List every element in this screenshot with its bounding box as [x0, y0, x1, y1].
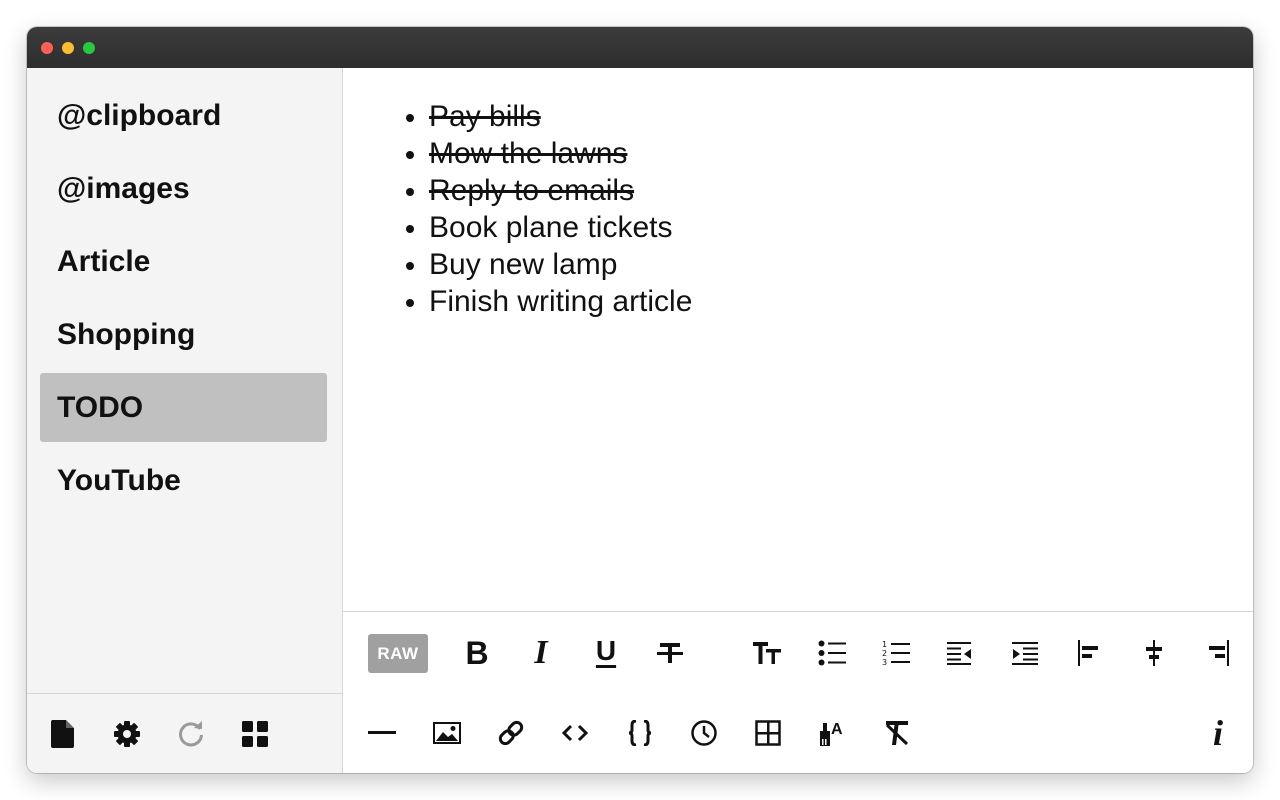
refresh-icon [179, 721, 203, 747]
link-icon [498, 720, 524, 746]
document-list: @clipboard @images Article Shopping TODO… [40, 81, 327, 519]
insert-table-button[interactable] [748, 713, 788, 753]
horizontal-rule-button[interactable] [362, 713, 402, 753]
refresh-button[interactable] [176, 719, 206, 749]
new-document-icon [51, 720, 74, 748]
indent-icon [1012, 642, 1038, 665]
numbered-list-button[interactable]: 1 2 3 [876, 633, 916, 673]
editor-area[interactable]: Pay bills Mow the lawns Reply to emails … [343, 68, 1253, 611]
bulleted-list-button[interactable] [812, 633, 852, 673]
svg-text:1: 1 [882, 640, 887, 649]
insert-image-button[interactable] [427, 713, 467, 753]
settings-button[interactable] [112, 719, 142, 749]
outdent-button[interactable] [940, 633, 980, 673]
gear-icon [114, 721, 140, 747]
code-block-button[interactable] [620, 713, 660, 753]
paint-brush-icon: A [820, 721, 843, 746]
info-icon: i [1212, 713, 1223, 753]
sidebar-item-youtube[interactable]: YouTube [40, 446, 327, 515]
grid-view-button[interactable] [240, 719, 270, 749]
sidebar-item-shopping[interactable]: Shopping [40, 300, 327, 369]
text-size-icon [753, 642, 781, 664]
align-left-icon [1078, 640, 1098, 666]
insert-time-button[interactable] [684, 713, 724, 753]
grid-icon [242, 721, 268, 747]
italic-button[interactable]: I [521, 633, 561, 673]
minimize-window-button[interactable] [62, 42, 74, 54]
info-button[interactable]: i [1198, 713, 1238, 753]
list-item[interactable]: Mow the lawns [406, 135, 692, 172]
strikethrough-icon [657, 643, 683, 663]
svg-text:2: 2 [882, 649, 887, 658]
todo-list: Pay bills Mow the lawns Reply to emails … [406, 98, 692, 320]
sidebar-item-images[interactable]: @images [40, 154, 327, 223]
svg-text:A: A [831, 721, 843, 738]
list-item[interactable]: Pay bills [406, 98, 692, 135]
sidebar-item-todo[interactable]: TODO [40, 373, 327, 442]
indent-button[interactable] [1005, 633, 1045, 673]
bold-button[interactable]: B [457, 633, 497, 673]
underline-button[interactable]: U [586, 631, 626, 671]
formatting-toolbar: RAW B I U 1 2 3 A i [343, 611, 1253, 773]
text-size-button[interactable] [747, 633, 787, 673]
horizontal-rule-icon [368, 731, 396, 734]
list-item[interactable]: Reply to emails [406, 172, 692, 209]
align-center-icon [1146, 640, 1162, 666]
new-document-button[interactable] [48, 719, 78, 749]
table-icon [755, 720, 781, 746]
sidebar: @clipboard @images Article Shopping TODO… [27, 68, 343, 773]
bulleted-list-icon [818, 640, 846, 666]
svg-text:3: 3 [882, 658, 887, 666]
insert-link-button[interactable] [491, 713, 531, 753]
sidebar-item-article[interactable]: Article [40, 227, 327, 296]
list-item[interactable]: Buy new lamp [406, 246, 692, 283]
align-right-button[interactable] [1198, 633, 1238, 673]
numbered-list-icon: 1 2 3 [882, 640, 910, 666]
underline-icon: U [595, 635, 617, 666]
sidebar-footer [27, 693, 342, 773]
align-center-button[interactable] [1134, 633, 1174, 673]
code-icon [562, 724, 588, 742]
align-right-icon [1209, 640, 1229, 666]
zoom-window-button[interactable] [83, 42, 95, 54]
outdent-icon [947, 642, 971, 665]
inline-code-button[interactable] [555, 713, 595, 753]
italic-icon: I [534, 634, 548, 671]
raw-mode-button[interactable]: RAW [368, 634, 428, 673]
close-window-button[interactable] [41, 42, 53, 54]
image-icon [433, 722, 461, 744]
code-block-icon [628, 720, 652, 746]
title-bar [27, 27, 1253, 69]
clock-icon [691, 720, 717, 746]
text-color-button[interactable]: A [813, 713, 853, 753]
clear-formatting-button[interactable] [877, 713, 917, 753]
align-left-button[interactable] [1069, 633, 1109, 673]
strikethrough-button[interactable] [650, 633, 690, 673]
clear-formatting-icon [885, 721, 909, 746]
app-window: @clipboard @images Article Shopping TODO… [27, 27, 1253, 773]
list-item[interactable]: Book plane tickets [406, 209, 692, 246]
sidebar-item-clipboard[interactable]: @clipboard [40, 81, 327, 150]
list-item[interactable]: Finish writing article [406, 283, 692, 320]
bold-icon: B [465, 634, 489, 671]
